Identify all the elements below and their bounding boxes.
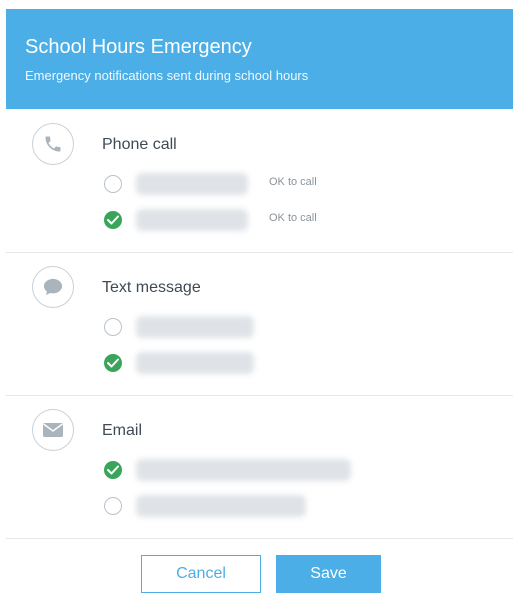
email-option-1[interactable] (104, 459, 504, 481)
dialog-header: School Hours Emergency Emergency notific… (6, 9, 513, 109)
dialog-footer: Cancel Save (0, 540, 513, 593)
dialog-subtitle: Emergency notifications sent during scho… (25, 68, 309, 83)
envelope-icon (32, 409, 74, 451)
phone-option-1-value (136, 173, 248, 195)
phone-option-2-radio[interactable] (104, 211, 122, 229)
email-label: Email (102, 422, 143, 439)
phone-icon (32, 123, 74, 165)
save-button[interactable]: Save (276, 555, 381, 593)
text-option-1-radio[interactable] (104, 318, 122, 336)
phone-option-1-radio[interactable] (104, 175, 122, 193)
phone-option-2-note: OK to call (269, 212, 317, 224)
phone-option-2[interactable]: OK to call (104, 209, 504, 231)
check-icon (107, 358, 119, 368)
cancel-button[interactable]: Cancel (141, 555, 261, 593)
check-icon (107, 215, 119, 225)
text-option-2-value (136, 352, 254, 374)
text-option-2[interactable] (104, 352, 504, 374)
text-option-1-value (136, 316, 254, 338)
phone-option-1[interactable]: OK to call (104, 173, 504, 195)
text-option-1[interactable] (104, 316, 504, 338)
dialog-title: School Hours Emergency (25, 36, 252, 58)
text-message-section: Text message (6, 253, 513, 396)
text-option-2-radio[interactable] (104, 354, 122, 372)
email-section: Email (6, 396, 513, 539)
email-option-1-radio[interactable] (104, 461, 122, 479)
email-option-1-value (136, 459, 351, 481)
notification-dialog: School Hours Emergency Emergency notific… (0, 0, 513, 593)
phone-option-2-value (136, 209, 248, 231)
phone-option-1-note: OK to call (269, 176, 317, 188)
phone-call-label: Phone call (102, 136, 177, 153)
text-message-label: Text message (102, 279, 201, 296)
email-option-2-radio[interactable] (104, 497, 122, 515)
email-option-2-value (136, 495, 306, 517)
email-option-2[interactable] (104, 495, 504, 517)
chat-bubble-icon (32, 266, 74, 308)
check-icon (107, 465, 119, 475)
phone-call-section: Phone call OK to call OK to call (6, 110, 513, 253)
